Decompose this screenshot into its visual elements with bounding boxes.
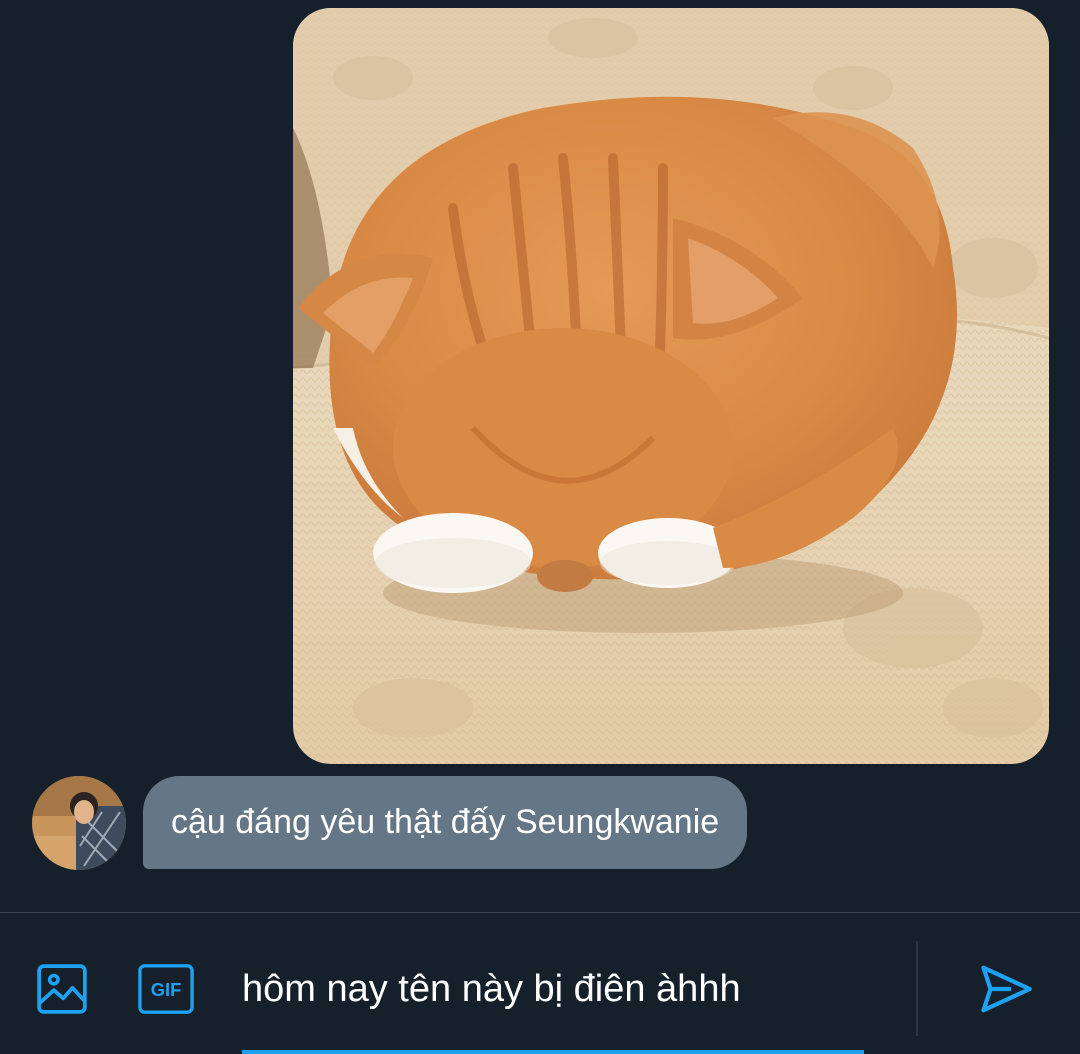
message-text: cậu đáng yêu thật đấy Seungkwanie — [171, 803, 720, 841]
image-icon — [37, 964, 87, 1014]
dm-conversation-screen: cậu đáng yêu thật đấy Seungkwanie GIF hô… — [0, 0, 1080, 1054]
add-photo-button[interactable] — [34, 961, 90, 1017]
image-message[interactable] — [293, 8, 1049, 764]
gif-label: GIF — [151, 979, 182, 1000]
avatar[interactable] — [32, 776, 126, 870]
send-icon — [981, 965, 1032, 1013]
input-focus-underline — [242, 1050, 864, 1054]
cat-photo — [293, 8, 1049, 764]
send-button[interactable] — [976, 959, 1036, 1019]
send-divider — [916, 941, 918, 1036]
message-input[interactable]: hôm nay tên này bị điên àhhh — [242, 913, 864, 1054]
received-message-bubble[interactable]: cậu đáng yêu thật đấy Seungkwanie — [143, 776, 748, 869]
add-gif-button[interactable]: GIF — [138, 961, 194, 1017]
gif-icon: GIF — [138, 964, 194, 1014]
message-composer: GIF hôm nay tên này bị điên àhhh — [0, 913, 1080, 1054]
message-input-text[interactable]: hôm nay tên này bị điên àhhh — [242, 965, 741, 1013]
avatar-photo — [32, 776, 126, 870]
